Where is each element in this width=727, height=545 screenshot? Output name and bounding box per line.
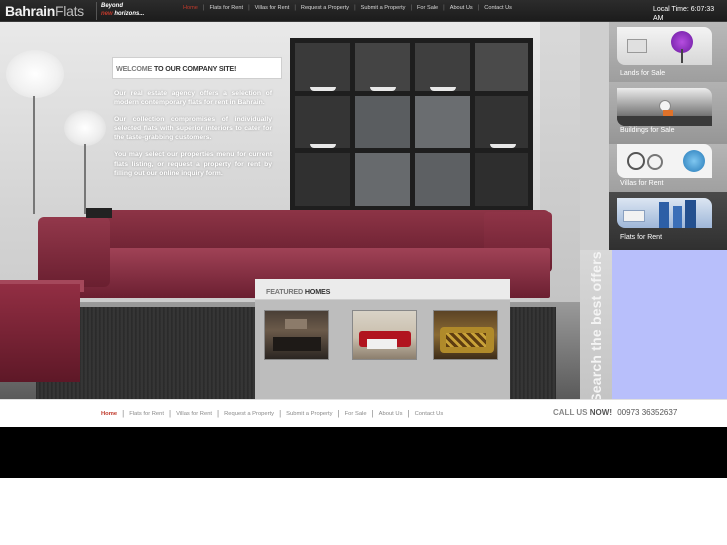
- side-menu-label: Villas for Rent: [620, 180, 664, 187]
- call-us-prefix: CALL US: [553, 408, 588, 417]
- featured-home-thumbnail[interactable]: [433, 310, 498, 360]
- cycle-icon: [617, 144, 712, 178]
- footer-bar: Home | Flats for Rent | Villas for Rent …: [0, 399, 727, 427]
- tagline-line1: Beyond: [101, 3, 124, 9]
- sofa-arm-left: [38, 217, 110, 287]
- footer-nav-request-property[interactable]: Request a Property: [219, 411, 279, 417]
- tagline-line2-rest: horizons...: [114, 11, 145, 17]
- side-menu-label: Buildings for Sale: [620, 127, 675, 134]
- welcome-paragraph: You may select our properties menu for c…: [114, 151, 272, 177]
- featured-home-thumbnail[interactable]: [352, 310, 417, 360]
- footer-black-band: [0, 427, 727, 478]
- side-menu-item-flats-for-rent[interactable]: Flats for Rent: [609, 192, 727, 250]
- top-nav-about-us[interactable]: About Us: [445, 5, 478, 11]
- floor-lamp-shade-small: [64, 110, 106, 146]
- phone-number: 00973 36352637: [617, 408, 678, 417]
- tagline-accent: new: [101, 11, 113, 17]
- footer-nav-contact-us[interactable]: Contact Us: [410, 411, 449, 417]
- side-blue-panel: [612, 250, 727, 399]
- local-time-label: Local Time:: [653, 6, 689, 13]
- golf-ball-icon: [617, 88, 712, 126]
- tagline: Beyond new horizons...: [101, 2, 144, 18]
- top-navigation: Home | Flats for Rent | Villas for Rent …: [178, 5, 517, 11]
- featured-homes-panel: FEATURED HOMES: [255, 279, 510, 399]
- top-nav-for-sale[interactable]: For Sale: [412, 5, 443, 11]
- side-menu-label: Flats for Rent: [620, 234, 663, 241]
- logo-text-part2: Flats: [55, 3, 84, 19]
- footer-nav-flats-for-rent[interactable]: Flats for Rent: [124, 411, 169, 417]
- side-vertical-text: Search the best offers: [588, 251, 604, 403]
- ottoman: [0, 284, 80, 382]
- welcome-title-rest: TO OUR COMPANY SITE!: [153, 64, 237, 73]
- welcome-paragraph: Our collection compromises of individual…: [114, 116, 272, 142]
- featured-title-rest: HOMES: [304, 287, 331, 296]
- featured-homes-title: FEATURED HOMES: [266, 287, 330, 296]
- call-us-banner: CALL US NOW! 00973 36352637: [553, 408, 677, 417]
- side-menu-item-villas-for-rent[interactable]: Villas for Rent: [609, 144, 727, 192]
- featured-home-thumbnail[interactable]: [264, 310, 329, 360]
- side-menu-label: Lands for Sale: [620, 70, 666, 77]
- telescope-icon: [617, 27, 712, 65]
- floor-lamp-shade: [6, 50, 64, 98]
- site-logo[interactable]: BahrainFlats: [5, 1, 84, 21]
- local-time: Local Time: 6:07:33 AM: [653, 5, 725, 23]
- floor-lamp-pole: [33, 96, 35, 214]
- welcome-title-prefix: WELCOME: [116, 64, 153, 73]
- top-nav-home[interactable]: Home: [178, 5, 203, 11]
- side-menu: Search the best offers Lands for Sale Bu…: [580, 22, 727, 403]
- welcome-heading-box: WELCOME TO OUR COMPANY SITE!: [112, 57, 282, 79]
- welcome-paragraph: Our real estate agency offers a selectio…: [114, 90, 272, 107]
- welcome-title: WELCOME TO OUR COMPANY SITE!: [116, 64, 236, 73]
- side-vertical-slogan: Search the best offers: [588, 251, 604, 402]
- featured-title-prefix: FEATURED: [266, 287, 303, 296]
- tagline-line2: new horizons...: [101, 10, 144, 18]
- call-us-emphasis: NOW!: [589, 408, 612, 417]
- footer-nav-for-sale[interactable]: For Sale: [340, 411, 372, 417]
- footer-nav-villas-for-rent[interactable]: Villas for Rent: [171, 411, 217, 417]
- footer-nav-home[interactable]: Home: [101, 411, 122, 417]
- side-menu-item-lands-for-sale[interactable]: Lands for Sale: [609, 22, 727, 82]
- logo-text-part1: Bahrain: [5, 3, 56, 19]
- floor-lamp-pole-small: [84, 144, 86, 214]
- footer-navigation: Home | Flats for Rent | Villas for Rent …: [101, 409, 448, 418]
- top-nav-request-property[interactable]: Request a Property: [296, 5, 354, 11]
- welcome-text: Our real estate agency offers a selectio…: [114, 89, 272, 186]
- top-nav-submit-property[interactable]: Submit a Property: [356, 5, 411, 11]
- top-nav-flats-for-rent[interactable]: Flats for Rent: [204, 5, 248, 11]
- page: BahrainFlats Beyond new horizons... Home…: [0, 0, 727, 545]
- towers-icon: [617, 198, 712, 228]
- top-nav-contact-us[interactable]: Contact Us: [479, 5, 517, 11]
- logo-divider: [96, 2, 97, 20]
- bookshelf: [290, 38, 533, 211]
- footer-nav-submit-property[interactable]: Submit a Property: [281, 411, 337, 417]
- featured-homes-header: FEATURED HOMES: [255, 279, 510, 300]
- top-bar: BahrainFlats Beyond new horizons... Home…: [0, 0, 727, 22]
- footer-nav-about-us[interactable]: About Us: [374, 411, 408, 417]
- side-menu-item-buildings-for-sale[interactable]: Buildings for Sale: [609, 82, 727, 144]
- top-nav-villas-for-rent[interactable]: Villas for Rent: [250, 5, 295, 11]
- side-table: [86, 208, 112, 218]
